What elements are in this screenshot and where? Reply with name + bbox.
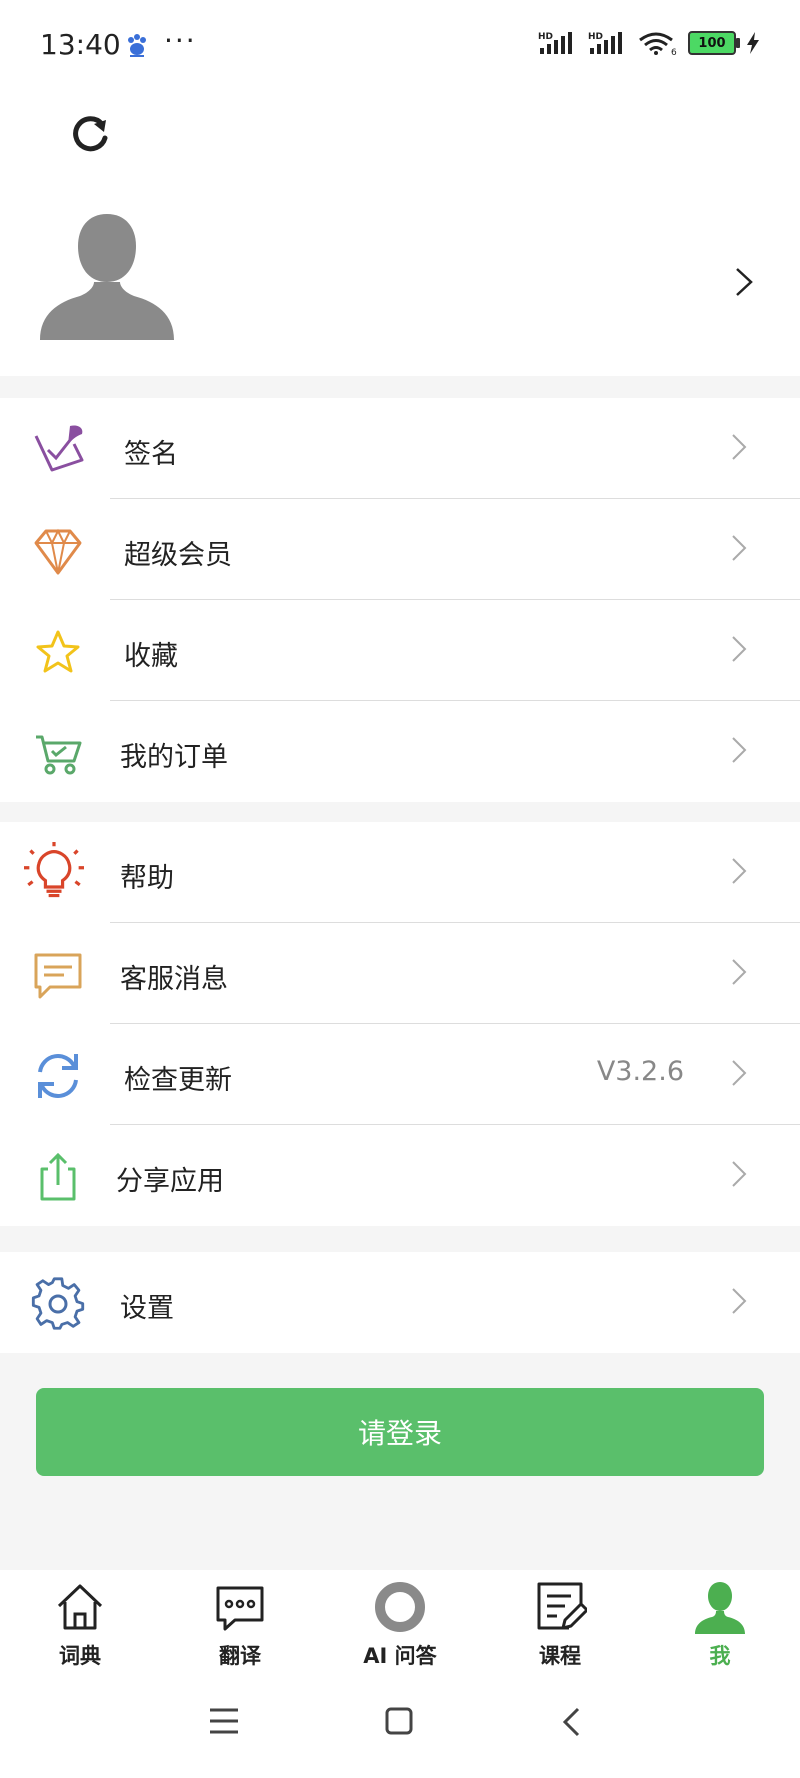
- menu-group-3: 设置: [0, 1252, 800, 1353]
- menu-item-help[interactable]: 帮助: [0, 822, 800, 923]
- menu-group-1: 签名 超级会员 收藏 我的订单: [0, 398, 800, 802]
- menu-item-customer-service[interactable]: 客服消息: [0, 923, 800, 1024]
- chevron-right-icon[interactable]: [734, 266, 754, 298]
- share-icon: [40, 1152, 76, 1201]
- refresh-icon[interactable]: [66, 110, 114, 158]
- tab-courses[interactable]: 课程: [480, 1570, 640, 1680]
- tab-ai-qa[interactable]: AI 问答: [320, 1570, 480, 1680]
- status-time: 13:40: [40, 28, 121, 61]
- back-icon[interactable]: [560, 1706, 582, 1738]
- menu-item-orders[interactable]: 我的订单: [0, 701, 800, 802]
- star-icon: [36, 630, 80, 673]
- status-bar: 13:40 ··· HD HD 6 100: [0, 0, 800, 90]
- chevron-right-icon: [732, 1161, 747, 1187]
- network-label-2: HD: [588, 32, 603, 42]
- avatar[interactable]: [40, 210, 174, 340]
- signal-icon-2: HD: [588, 32, 622, 54]
- signal-icon: HD: [538, 32, 572, 54]
- chevron-right-icon: [732, 959, 747, 985]
- home-square-icon[interactable]: [384, 1706, 414, 1736]
- status-indicators: HD HD 6 100: [538, 30, 760, 56]
- chevron-right-icon: [732, 858, 747, 884]
- menu-group-2: 帮助 客服消息 检查更新 V3.2.6 分享应用: [0, 822, 800, 1226]
- system-nav-bar: [0, 1680, 800, 1778]
- network-label: HD: [538, 32, 553, 42]
- gear-icon: [31, 1277, 85, 1330]
- menu-item-label: 超级会员: [124, 540, 232, 571]
- chevron-right-icon: [732, 1060, 747, 1086]
- menu-item-favorites[interactable]: 收藏: [0, 600, 800, 701]
- tab-me[interactable]: 我: [640, 1570, 800, 1680]
- tab-label: AI 问答: [363, 1644, 437, 1668]
- lightbulb-icon: [24, 842, 84, 898]
- menu-item-label: 检查更新: [124, 1065, 232, 1096]
- tab-label: 我: [709, 1644, 731, 1668]
- wifi-icon: 6: [639, 32, 677, 56]
- menu-item-label: 我的订单: [120, 742, 228, 773]
- edit-document-icon: [537, 1582, 587, 1630]
- ai-circle-icon: [375, 1582, 425, 1632]
- profile-section[interactable]: [0, 90, 800, 376]
- bottom-tab-bar: 词典 翻译 AI 问答 课程 我: [0, 1570, 800, 1680]
- diamond-icon: [34, 528, 82, 575]
- menu-item-label: 签名: [124, 439, 178, 470]
- charging-bolt-icon: [747, 32, 759, 54]
- tab-label: 课程: [539, 1644, 581, 1668]
- chat-bubble-icon: [216, 1586, 264, 1631]
- battery-icon: 100: [688, 31, 740, 55]
- chevron-right-icon: [732, 1288, 747, 1314]
- menu-item-signature[interactable]: 签名: [0, 398, 800, 499]
- sync-icon: [38, 1054, 78, 1098]
- menu-item-settings[interactable]: 设置: [0, 1252, 800, 1353]
- tab-label: 翻译: [219, 1644, 261, 1668]
- chevron-right-icon: [732, 535, 747, 561]
- tab-label: 词典: [59, 1644, 101, 1668]
- status-more: ···: [164, 24, 197, 57]
- home-icon: [57, 1584, 103, 1630]
- menu-item-label: 收藏: [124, 641, 178, 672]
- message-icon: [34, 953, 82, 999]
- paw-app-icon: [128, 34, 146, 57]
- menu-item-share-app[interactable]: 分享应用: [0, 1125, 800, 1226]
- login-button[interactable]: 请登录: [36, 1388, 764, 1476]
- person-icon: [695, 1582, 745, 1634]
- menu-item-label: 帮助: [120, 863, 174, 894]
- chevron-right-icon: [732, 434, 747, 460]
- chevron-right-icon: [732, 737, 747, 763]
- menu-item-label: 设置: [120, 1293, 174, 1324]
- menu-item-label: 分享应用: [116, 1166, 224, 1197]
- menu-item-label: 客服消息: [120, 964, 228, 995]
- cart-icon: [36, 735, 82, 775]
- wifi-label: 6: [671, 48, 677, 56]
- chevron-right-icon: [732, 636, 747, 662]
- menu-item-vip[interactable]: 超级会员: [0, 499, 800, 600]
- tab-translate[interactable]: 翻译: [160, 1570, 320, 1680]
- menu-item-check-update[interactable]: 检查更新 V3.2.6: [0, 1024, 800, 1125]
- battery-level: 100: [698, 35, 726, 51]
- tab-dictionary[interactable]: 词典: [0, 1570, 160, 1680]
- version-value: V3.2.6: [596, 1056, 684, 1087]
- signature-quill-icon: [34, 425, 84, 472]
- menu-icon[interactable]: [208, 1706, 240, 1736]
